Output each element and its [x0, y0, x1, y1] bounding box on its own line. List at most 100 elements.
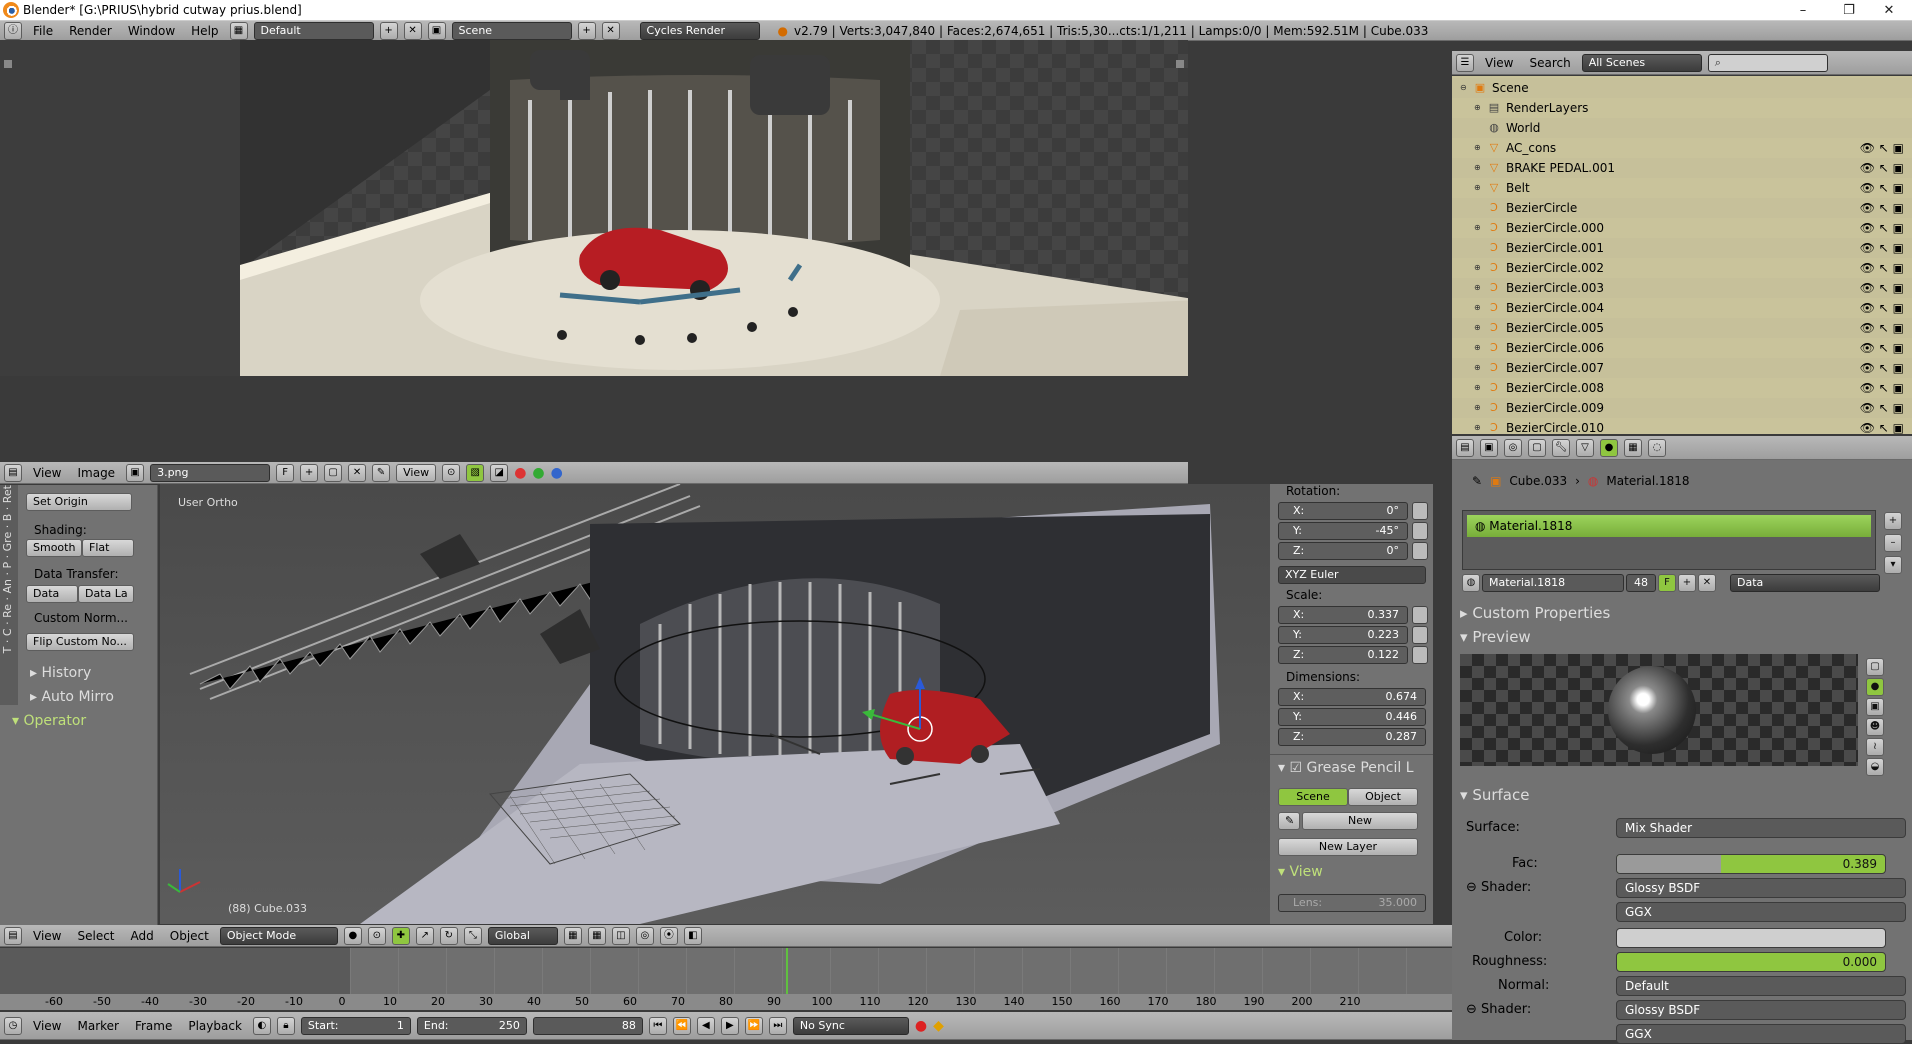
jump-keyframe-back-icon[interactable]: ⏪ [672, 1016, 691, 1035]
visibility-toggles[interactable]: 👁︎ ↖ ▣ [1860, 221, 1904, 235]
history-panel[interactable]: ▸ History [30, 665, 91, 681]
outliner-item-scene[interactable]: ⊖ ▣ Scene [1452, 78, 1912, 98]
viewport-shading-icon[interactable]: ● [343, 926, 362, 945]
outliner-item-beziercircle-001[interactable]: Ↄ BezierCircle.001 👁︎ ↖ ▣ [1452, 238, 1912, 258]
data-button[interactable]: Data [26, 585, 78, 603]
outliner-item-beziercircle-002[interactable]: ⊕ Ↄ BezierCircle.002 👁︎ ↖ ▣ [1452, 258, 1912, 278]
remove-layout-icon[interactable]: ✕ [403, 21, 422, 40]
visibility-toggles[interactable]: 👁︎ ↖ ▣ [1860, 341, 1904, 355]
rotate-icon[interactable]: ↻ [439, 926, 458, 945]
color-swatch[interactable] [1616, 928, 1886, 948]
rotation-mode-dropdown[interactable]: XYZ Euler [1278, 566, 1426, 584]
manipulator-icon[interactable]: ✚ [391, 926, 410, 945]
jump-end-icon[interactable]: ⏭ [768, 1016, 787, 1035]
display-channels-icon[interactable]: ▧ [466, 463, 485, 482]
tab-tools[interactable]: T [1, 647, 14, 654]
set-origin-dropdown[interactable]: Set Origin [26, 493, 132, 511]
sync-mode-dropdown[interactable]: No Sync [792, 1016, 909, 1035]
pin-icon[interactable]: ✎ [372, 463, 391, 482]
menu-playback[interactable]: Playback [183, 1019, 247, 1033]
shader2-dropdown[interactable]: Glossy BSDF [1616, 1000, 1906, 1020]
material-tab-icon[interactable]: ● [1600, 438, 1618, 457]
dimension-x-field[interactable]: X: 0.674 [1278, 688, 1426, 706]
area-corner-icon[interactable] [1176, 60, 1184, 68]
rotation-x-field[interactable]: X: 0° [1278, 502, 1408, 520]
minimize-button[interactable]: – [1780, 0, 1826, 21]
physics-tab-icon[interactable]: ◌ [1648, 438, 1666, 457]
lock-icon[interactable] [1412, 626, 1428, 644]
close-window-button[interactable]: ✕ [1866, 0, 1912, 21]
lock-icon[interactable] [1412, 606, 1428, 624]
current-frame-field[interactable]: 88 [532, 1016, 643, 1035]
object-tab-icon[interactable]: ▢ [1528, 438, 1546, 457]
link-dropdown[interactable]: Data [1730, 574, 1880, 592]
menu-view[interactable]: View [28, 929, 66, 943]
preview-hair-icon[interactable]: ≀ [1866, 738, 1884, 756]
new-material-icon[interactable]: + [1678, 574, 1696, 592]
layers-icon[interactable]: ▦ [587, 926, 606, 945]
visibility-toggles[interactable]: 👁︎ ↖ ▣ [1860, 421, 1904, 434]
grease-pencil-panel[interactable]: ▾ ☑ Grease Pencil L [1278, 760, 1414, 776]
outliner-item-beziercircle-006[interactable]: ⊕ Ↄ BezierCircle.006 👁︎ ↖ ▣ [1452, 338, 1912, 358]
outliner-item-brake-pedal[interactable]: ⊕ ▽ BRAKE PEDAL.001 👁︎ ↖ ▣ [1452, 158, 1912, 178]
visibility-toggles[interactable]: 👁︎ ↖ ▣ [1860, 381, 1904, 395]
tab-b[interactable]: B [1, 514, 14, 522]
scale-z-field[interactable]: Z: 0.122 [1278, 646, 1408, 664]
visibility-toggles[interactable]: 👁︎ ↖ ▣ [1860, 361, 1904, 375]
rotation-y-field[interactable]: Y: -45° [1278, 522, 1408, 540]
display-mode-dropdown[interactable]: All Scenes [1581, 53, 1702, 72]
add-layout-icon[interactable]: + [379, 21, 398, 40]
jump-start-icon[interactable]: ⏮ [648, 1016, 667, 1035]
modifier-tab-icon[interactable]: 🔧︎ [1552, 438, 1570, 457]
lens-field[interactable]: Lens: 35.000 [1278, 894, 1426, 912]
open-image-icon[interactable]: ▢ [324, 463, 343, 482]
play-icon[interactable]: ▶ [720, 1016, 739, 1035]
editor-type-icon[interactable]: ▤ [1456, 438, 1474, 457]
red-channel-icon[interactable]: ● [514, 465, 526, 481]
scene-icon[interactable]: ▣ [427, 21, 446, 40]
scale-y-field[interactable]: Y: 0.223 [1278, 626, 1408, 644]
scene-selector[interactable]: Scene [451, 21, 572, 40]
add-image-icon[interactable]: + [300, 463, 319, 482]
pin-icon[interactable]: ✎ [1472, 474, 1482, 488]
lock-icon[interactable] [1412, 522, 1428, 540]
lock-layers-icon[interactable]: ◫ [611, 926, 630, 945]
visibility-toggles[interactable]: 👁︎ ↖ ▣ [1860, 281, 1904, 295]
dimension-z-field[interactable]: Z: 0.287 [1278, 728, 1426, 746]
render-tab-icon[interactable]: ▣ [1480, 438, 1498, 457]
menu-file[interactable]: File [28, 24, 58, 38]
outliner-item-beziercircle-000[interactable]: ⊕ Ↄ BezierCircle.000 👁︎ ↖ ▣ [1452, 218, 1912, 238]
remove-slot-icon[interactable]: – [1884, 534, 1902, 552]
preview-flat-icon[interactable]: ▢ [1866, 658, 1884, 676]
visibility-toggles[interactable]: 👁︎ ↖ ▣ [1860, 301, 1904, 315]
flat-button[interactable]: Flat [82, 539, 134, 557]
pivot-point-icon[interactable]: ⊙ [367, 926, 386, 945]
remove-scene-icon[interactable]: ✕ [601, 21, 620, 40]
pencil-icon[interactable]: ✎ [1278, 812, 1300, 830]
material-users-count[interactable]: 48 [1626, 574, 1656, 592]
tab-animation[interactable]: An [1, 579, 14, 594]
menu-view[interactable]: View [28, 1019, 66, 1033]
menu-help[interactable]: Help [186, 24, 223, 38]
outliner-item-beziercircle[interactable]: Ↄ BezierCircle 👁︎ ↖ ▣ [1452, 198, 1912, 218]
scale-icon[interactable]: ⤡ [463, 926, 482, 945]
3d-viewport[interactable]: User Ortho (88) Cube.033 [160, 484, 1270, 924]
outliner-item-beziercircle-005[interactable]: ⊕ Ↄ BezierCircle.005 👁︎ ↖ ▣ [1452, 318, 1912, 338]
transform-orientation-dropdown[interactable]: Global [487, 926, 558, 945]
material-name-field[interactable]: Material.1818 [1482, 574, 1624, 592]
tab-relations[interactable]: Re [1, 604, 14, 618]
editor-type-icon[interactable]: ▤ [4, 926, 22, 945]
search-input[interactable]: ⌕ [1707, 53, 1828, 72]
timeline-area[interactable]: -60 -50 -40 -30 -20 -10 0 10 20 30 40 50… [0, 948, 1452, 1010]
outliner-item-belt[interactable]: ⊕ ▽ Belt 👁︎ ↖ ▣ [1452, 178, 1912, 198]
browse-material-icon[interactable]: ◍ [1462, 574, 1480, 592]
preview-sky-icon[interactable]: ◒ [1866, 758, 1884, 776]
scene-source-button[interactable]: Scene [1278, 788, 1348, 806]
visibility-toggles[interactable]: 👁︎ ↖ ▣ [1860, 401, 1904, 415]
outliner-item-beziercircle-003[interactable]: ⊕ Ↄ BezierCircle.003 👁︎ ↖ ▣ [1452, 278, 1912, 298]
translate-icon[interactable]: ↗ [415, 926, 434, 945]
outliner-item-beziercircle-004[interactable]: ⊕ Ↄ BezierCircle.004 👁︎ ↖ ▣ [1452, 298, 1912, 318]
data-tab-icon[interactable]: ▽ [1576, 438, 1594, 457]
green-channel-icon[interactable]: ● [532, 465, 544, 481]
image-editor-area[interactable] [0, 40, 1188, 376]
